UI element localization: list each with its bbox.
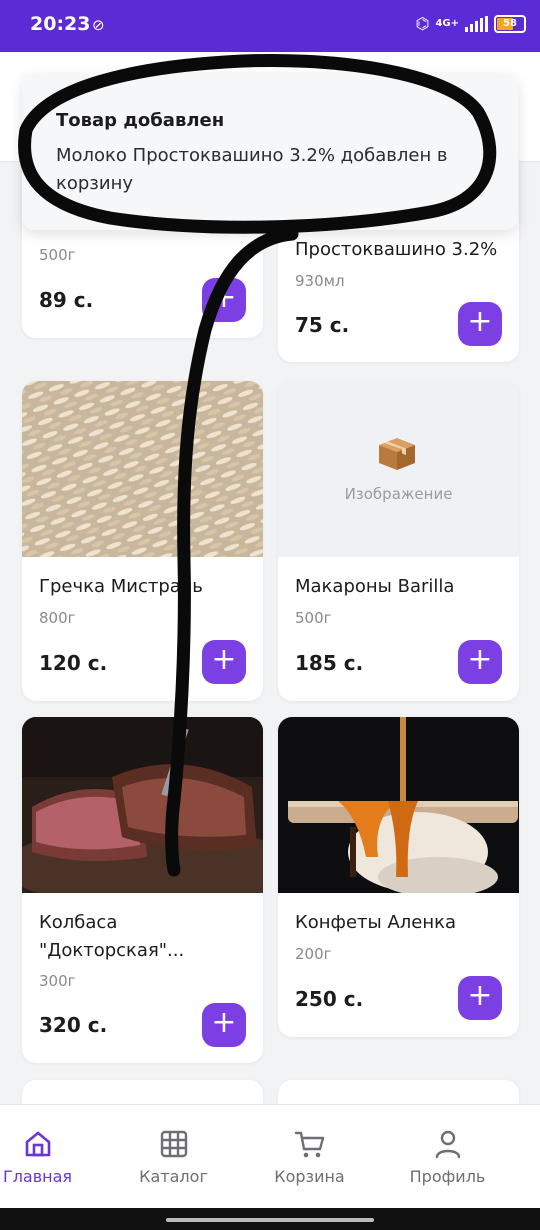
product-price: 185 с.	[295, 651, 364, 675]
signal-icon	[465, 15, 488, 32]
product-price: 250 с.	[295, 987, 364, 1011]
product-image	[22, 381, 263, 557]
product-card[interactable]: Колбаса "Докторская"... 300г 320 с. +	[22, 717, 263, 1063]
placeholder-label: Изображение	[344, 485, 453, 503]
nav-label: Главная	[2, 1167, 73, 1186]
nav-label: Каталог	[139, 1167, 208, 1186]
toast-title: Товар добавлен	[56, 110, 225, 131]
product-image	[22, 717, 263, 893]
profile-icon	[435, 1130, 460, 1159]
add-to-cart-button[interactable]: +	[202, 640, 246, 684]
add-to-cart-button[interactable]: +	[458, 302, 502, 346]
product-card[interactable]: Изображение Макароны Barilla 500г 185 с.…	[278, 381, 519, 701]
battery-level: 58	[503, 17, 517, 29]
product-weight: 500г	[295, 609, 332, 627]
network-type: 4G+	[435, 17, 459, 29]
product-weight: 200г	[295, 945, 332, 963]
product-price: 89 с.	[39, 288, 94, 312]
product-weight: 300г	[39, 972, 76, 990]
product-name: Колбаса "Докторская"...	[39, 912, 185, 961]
add-to-cart-button[interactable]: +	[458, 976, 502, 1020]
bottom-navigation: Главная Каталог Корзина Профиль	[0, 1104, 540, 1208]
cart-icon	[294, 1131, 324, 1158]
package-icon	[379, 438, 415, 470]
product-price: 120 с.	[39, 651, 108, 675]
nav-label: Корзина	[274, 1167, 345, 1186]
nav-label: Профиль	[409, 1167, 486, 1186]
image-placeholder: Изображение	[278, 381, 519, 557]
nav-profile[interactable]: Профиль	[380, 1105, 515, 1209]
product-name: Макароны Barilla	[295, 576, 455, 597]
grid-icon	[160, 1130, 187, 1158]
nav-catalog[interactable]: Каталог	[106, 1105, 241, 1209]
product-name: Простоквашино 3.2%	[295, 239, 498, 260]
gesture-bar	[0, 1208, 540, 1230]
product-card[interactable]: Гречка Мистраль 800г 120 с. +	[22, 381, 263, 701]
product-card[interactable]: Конфеты Аленка 200г 250 с. +	[278, 717, 519, 1037]
add-to-cart-button[interactable]: +	[202, 1003, 246, 1047]
link-icon: ⊘	[92, 16, 105, 34]
product-name: Конфеты Аленка	[295, 912, 457, 933]
home-icon	[25, 1131, 50, 1157]
status-bar: 20:23 ⊘ ⌬ 4G+ 58	[0, 0, 540, 52]
status-time: 20:23	[30, 13, 91, 35]
battery-icon: 58	[494, 14, 526, 33]
product-image	[278, 717, 519, 893]
product-price: 75 с.	[295, 313, 350, 337]
add-to-cart-button[interactable]: +	[202, 278, 246, 322]
toast-message: Молоко Простоквашино 3.2% добавлен в кор…	[56, 145, 448, 194]
add-to-cart-button[interactable]: +	[458, 640, 502, 684]
product-weight: 800г	[39, 609, 76, 627]
nav-home[interactable]: Главная	[0, 1105, 105, 1209]
product-name: Гречка Мистраль	[39, 576, 203, 597]
product-price: 320 с.	[39, 1013, 108, 1037]
toast-notification[interactable]: Товар добавлен Молоко Простоквашино 3.2%…	[22, 74, 518, 230]
product-weight: 500г	[39, 246, 76, 264]
nav-cart[interactable]: Корзина	[242, 1105, 377, 1209]
product-weight: 930мл	[295, 272, 345, 290]
hotspot-icon: ⌬	[415, 14, 430, 33]
status-icons: ⌬ 4G+ 58	[415, 14, 526, 33]
